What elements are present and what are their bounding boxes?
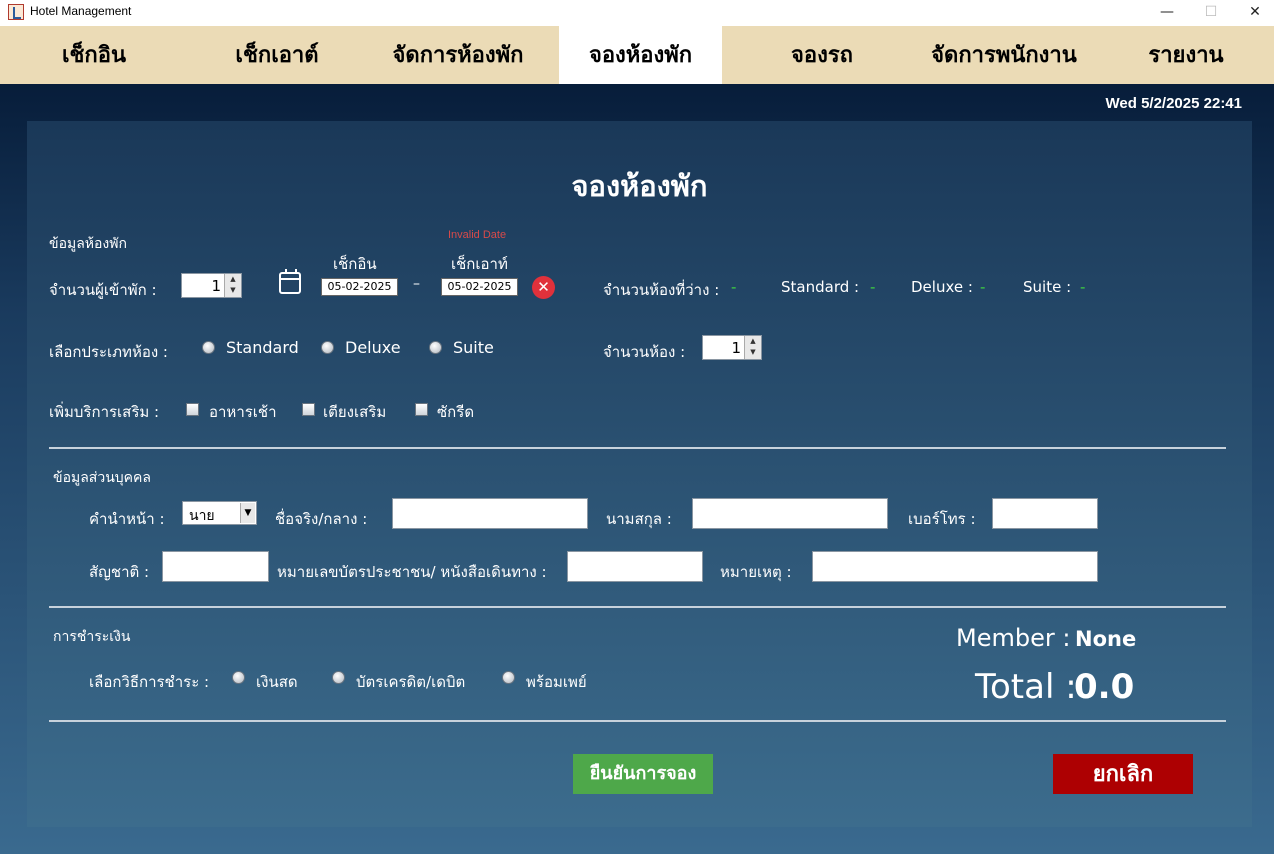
rooms-count-label: จำนวนห้อง : [603,343,686,361]
close-icon[interactable]: ✕ [1232,0,1274,26]
firstname-label: ชื่อจริง/กลาง : [275,510,368,528]
guests-spinner[interactable]: 1 ▲ ▼ [181,273,242,298]
extras-label: เพิ่มบริการเสริม : [49,403,160,421]
standard-available-label: Standard : [781,278,860,296]
payment-promptpay-label: พร้อมเพย์ [526,673,587,691]
main-navbar: เช็กอิน เช็กเอาต์ จัดการห้องพัก จองห้องพ… [0,26,1274,84]
room-type-standard-radio[interactable] [202,341,215,354]
increment-arrow-icon[interactable]: ▲ [225,274,241,285]
page-title: จองห้องพัก [571,169,708,203]
prefix-label: คำนำหน้า : [89,510,165,528]
decrement-arrow-icon[interactable]: ▼ [225,285,241,296]
suite-available-label: Suite : [1023,278,1072,296]
laundry-checkbox[interactable] [415,403,428,416]
section-divider [49,606,1226,608]
increment-arrow-icon[interactable]: ▲ [745,336,761,347]
total-label: Total : [975,667,1077,707]
invalid-date-message: Invalid Date [448,229,507,241]
minimize-icon[interactable]: — [1144,0,1190,26]
room-type-standard-label: Standard [226,338,299,357]
confirm-booking-button[interactable]: ยืนยันการจอง [573,754,713,794]
calendar-icon[interactable] [279,269,301,294]
member-label: Member : [956,624,1071,652]
tab-checkin[interactable]: เช็กอิน [20,26,168,84]
breakfast-label: อาหารเช้า [209,403,277,421]
checkout-date-field[interactable]: 05-02-2025 [441,278,518,296]
room-type-suite-radio[interactable] [429,341,442,354]
phone-field[interactable] [992,498,1098,529]
breakfast-checkbox[interactable] [186,403,199,416]
room-type-deluxe-radio[interactable] [321,341,334,354]
available-rooms-label: จำนวนห้องที่ว่าง : [603,281,720,299]
decrement-arrow-icon[interactable]: ▼ [745,347,761,358]
nationality-label: สัญชาติ : [89,563,150,581]
guests-label: จำนวนผู้เข้าพัก : [49,281,157,299]
window-title: Hotel Management [30,4,132,18]
cancel-button[interactable]: ยกเลิก [1053,754,1193,794]
tab-manage-rooms[interactable]: จัดการห้องพัก [375,26,541,84]
id-passport-label: หมายเลขบัตรประชาชน/ หนังสือเดินทาง : [277,563,547,581]
clear-date-icon[interactable]: ✕ [532,276,555,299]
room-type-suite-label: Suite [453,338,494,357]
tab-book-car[interactable]: จองรถ [760,26,884,84]
date-range-separator: – [413,276,420,292]
laundry-label: ซักรีด [437,403,475,421]
payment-promptpay-radio[interactable] [502,671,515,684]
chevron-down-icon: ▼ [240,503,255,523]
total-value: 0.0 [1074,667,1135,707]
extra-bed-label: เตียงเสริม [323,403,387,421]
payment-cash-label: เงินสด [256,673,298,691]
lastname-label: นามสกุล : [606,510,672,528]
checkout-label: เช็กเอาท์ [451,255,508,273]
payment-card-radio[interactable] [332,671,345,684]
rooms-count-value: 1 [731,339,741,357]
booking-panel: จองห้องพัก ข้อมูลห้องพัก จำนวนผู้เข้าพัก… [27,121,1252,827]
deluxe-available-label: Deluxe : [911,278,973,296]
note-field[interactable] [812,551,1098,582]
nationality-field[interactable] [162,551,269,582]
guests-value: 1 [211,277,221,295]
firstname-field[interactable] [392,498,588,529]
checkin-date-field[interactable]: 05-02-2025 [321,278,398,296]
payment-section-label: การชำระเงิน [53,629,131,645]
section-divider [49,447,1226,449]
java-app-icon [8,4,24,20]
suite-available-value: - [1080,278,1086,296]
tab-manage-staff[interactable]: จัดการพนักงาน [918,26,1090,84]
payment-card-label: บัตรเครดิต/เดบิต [356,673,466,691]
lastname-field[interactable] [692,498,888,529]
extra-bed-checkbox[interactable] [302,403,315,416]
tab-checkout[interactable]: เช็กเอาต์ [203,26,351,84]
payment-cash-radio[interactable] [232,671,245,684]
personal-section-label: ข้อมูลส่วนบุคคล [53,470,151,486]
room-info-section-label: ข้อมูลห้องพัก [49,236,127,252]
id-passport-field[interactable] [567,551,703,582]
window-titlebar: Hotel Management — ☐ ✕ [0,0,1274,26]
datetime-display: Wed 5/2/2025 22:41 [1105,95,1242,112]
note-label: หมายเหตุ : [720,563,792,581]
available-rooms-value: - [731,278,737,296]
tab-reports[interactable]: รายงาน [1125,26,1247,84]
standard-available-value: - [870,278,876,296]
prefix-dropdown[interactable]: นาย ▼ [182,501,257,525]
checkin-label: เช็กอิน [333,255,377,273]
phone-label: เบอร์โทร : [908,510,976,528]
room-type-label: เลือกประเภทห้อง : [49,343,168,361]
deluxe-available-value: - [980,278,986,296]
prefix-value: นาย [189,508,215,524]
maximize-icon[interactable]: ☐ [1188,0,1234,26]
tab-book-room[interactable]: จองห้องพัก [559,26,722,84]
payment-method-label: เลือกวิธีการชำระ : [89,673,210,691]
rooms-count-spinner[interactable]: 1 ▲ ▼ [702,335,762,360]
member-value: None [1075,627,1137,651]
section-divider [49,720,1226,722]
room-type-deluxe-label: Deluxe [345,338,401,357]
